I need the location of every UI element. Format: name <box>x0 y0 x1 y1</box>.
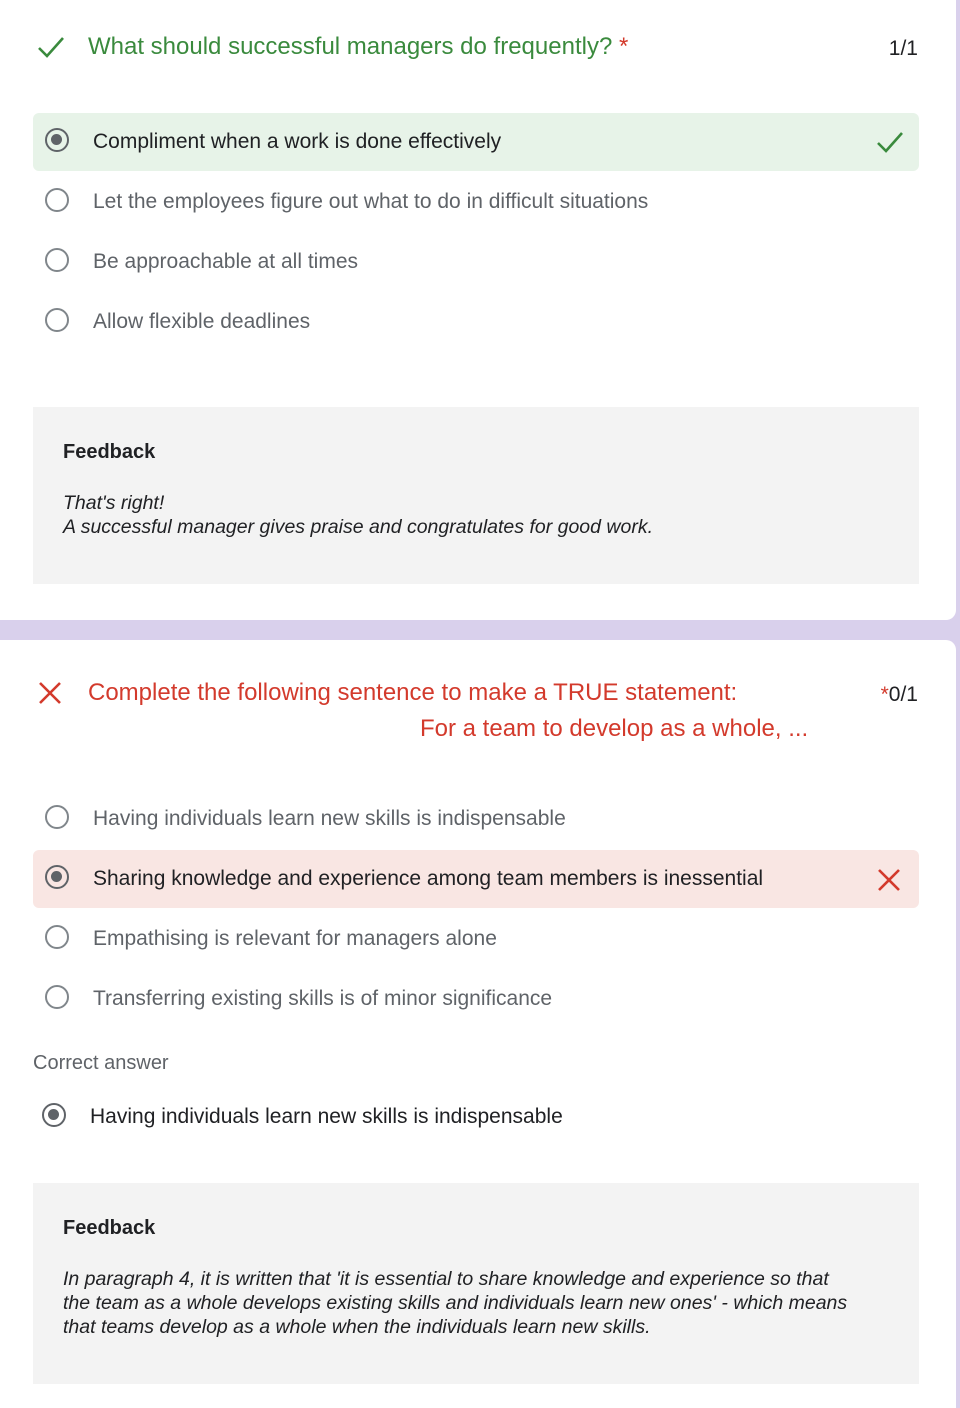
question-title: What should successful managers do frequ… <box>88 33 629 60</box>
x-mark-icon <box>878 869 900 891</box>
option-3[interactable]: Be approachable at all times <box>33 233 919 291</box>
checkmark-icon <box>877 132 903 153</box>
radio-unselected[interactable] <box>45 188 69 212</box>
option-4[interactable]: Allow flexible deadlines <box>33 293 919 351</box>
option-1[interactable]: Having individuals learn new skills is i… <box>33 790 919 848</box>
radio-unselected[interactable] <box>45 805 69 829</box>
radio-selected[interactable] <box>45 128 69 152</box>
radio-unselected[interactable] <box>45 308 69 332</box>
question-points: 1/1 <box>888 37 918 60</box>
checkmark-icon <box>38 37 64 58</box>
option-3[interactable]: Empathising is relevant for managers alo… <box>33 910 919 968</box>
feedback-text: That's right! A successful manager gives… <box>63 492 654 538</box>
option-label: Sharing knowledge and experience among t… <box>93 867 764 890</box>
option-label: Allow flexible deadlines <box>93 310 311 333</box>
question-title-line-2: For a team to develop as a whole, ... <box>420 715 809 742</box>
question-title-line-1: Complete the following sentence to make … <box>88 679 738 706</box>
correct-answer-option: Having individuals learn new skills is i… <box>30 1088 916 1146</box>
option-2-selected-incorrect[interactable]: Sharing knowledge and experience among t… <box>33 850 919 908</box>
option-label: Be approachable at all times <box>93 250 358 273</box>
question-card-2: Complete the following sentence to make … <box>0 640 956 1408</box>
correct-answer-label: Correct answer <box>33 1052 169 1074</box>
question-points: *0/1 <box>880 683 918 706</box>
radio-selected <box>42 1103 66 1127</box>
option-label: Empathising is relevant for managers alo… <box>93 927 497 950</box>
option-label: Having individuals learn new skills is i… <box>93 807 566 830</box>
option-label: Compliment when a work is done effective… <box>93 130 502 153</box>
feedback-text: In paragraph 4, it is written that 'it i… <box>63 1268 848 1338</box>
option-4[interactable]: Transferring existing skills is of minor… <box>33 970 919 1028</box>
x-mark-icon <box>39 682 61 704</box>
feedback-box: Feedback That's right! A successful mana… <box>33 407 919 584</box>
option-1-selected-correct[interactable]: Compliment when a work is done effective… <box>33 113 919 171</box>
feedback-title: Feedback <box>63 441 156 463</box>
option-label: Transferring existing skills is of minor… <box>93 987 553 1010</box>
radio-unselected[interactable] <box>45 925 69 949</box>
radio-selected[interactable] <box>45 865 69 889</box>
correct-answer-text: Having individuals learn new skills is i… <box>90 1105 563 1128</box>
option-label: Let the employees figure out what to do … <box>93 190 649 213</box>
feedback-title: Feedback <box>63 1217 156 1239</box>
feedback-box: Feedback In paragraph 4, it is written t… <box>33 1183 919 1384</box>
radio-unselected[interactable] <box>45 985 69 1009</box>
question-card-1: What should successful managers do frequ… <box>0 0 956 620</box>
option-2[interactable]: Let the employees figure out what to do … <box>33 173 919 231</box>
radio-unselected[interactable] <box>45 248 69 272</box>
